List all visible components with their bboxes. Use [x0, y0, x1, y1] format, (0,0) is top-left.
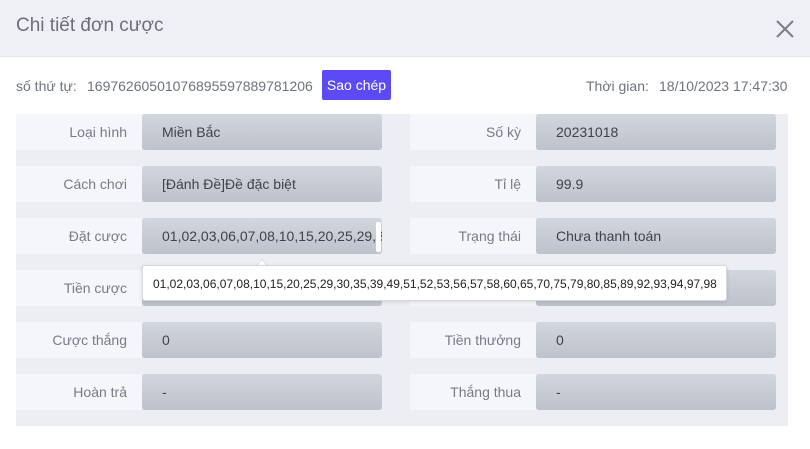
order-number: 169762605010768955978897812​06 [87, 78, 313, 94]
type-label: Loại hình [16, 114, 142, 150]
dialog-header: Chi tiết đơn cược [0, 0, 810, 57]
time-label: Thời gian: [586, 78, 649, 94]
dialog-title: Chi tiết đơn cược [16, 15, 164, 36]
odds-label: Tỉ lệ [410, 166, 536, 202]
order-number-label: số thứ tự: [16, 78, 77, 94]
win-bet-value: 0 [142, 322, 382, 358]
status-value: Chưa thanh toán [536, 218, 776, 254]
order-info-bar: số thứ tự: 169762605010768955978897812​0… [0, 70, 810, 100]
odds-value: 99.9 [536, 166, 776, 202]
status-label: Trạng thái [410, 218, 536, 254]
prize-value: 0 [536, 322, 776, 358]
refund-label: Hoàn trả [16, 374, 142, 410]
play-value: [Đánh Đề]Đề đặc biệt [142, 166, 382, 202]
type-value: Miền Bắc [142, 114, 382, 150]
close-icon[interactable] [772, 16, 798, 42]
period-label: Số kỳ [410, 114, 536, 150]
prize-label: Tiền thưởng [410, 322, 536, 358]
refund-value: - [142, 374, 382, 410]
bet-value-scrollbar[interactable] [376, 222, 381, 252]
bet-numbers-tooltip: 01,02,03,06,07,08,10,15,20,25,29,30,35,3… [142, 265, 727, 301]
bet-value[interactable]: 01,02,03,06,07,08,10,15,20,25,29,30,35,3… [142, 218, 382, 254]
period-value: 20231018 [536, 114, 776, 150]
play-label: Cách chơi [16, 166, 142, 202]
bet-label: Đặt cược [16, 218, 142, 254]
win-bet-label: Cược thắng [16, 322, 142, 358]
scroll-edge [802, 114, 810, 424]
copy-button[interactable]: Sao chép [322, 70, 391, 100]
time-value: 18/10/2023 17:47:30 [659, 78, 788, 94]
stake-label: Tiền cược [16, 270, 142, 306]
result-value: - [536, 374, 776, 410]
result-label: Thắng thua [410, 374, 536, 410]
